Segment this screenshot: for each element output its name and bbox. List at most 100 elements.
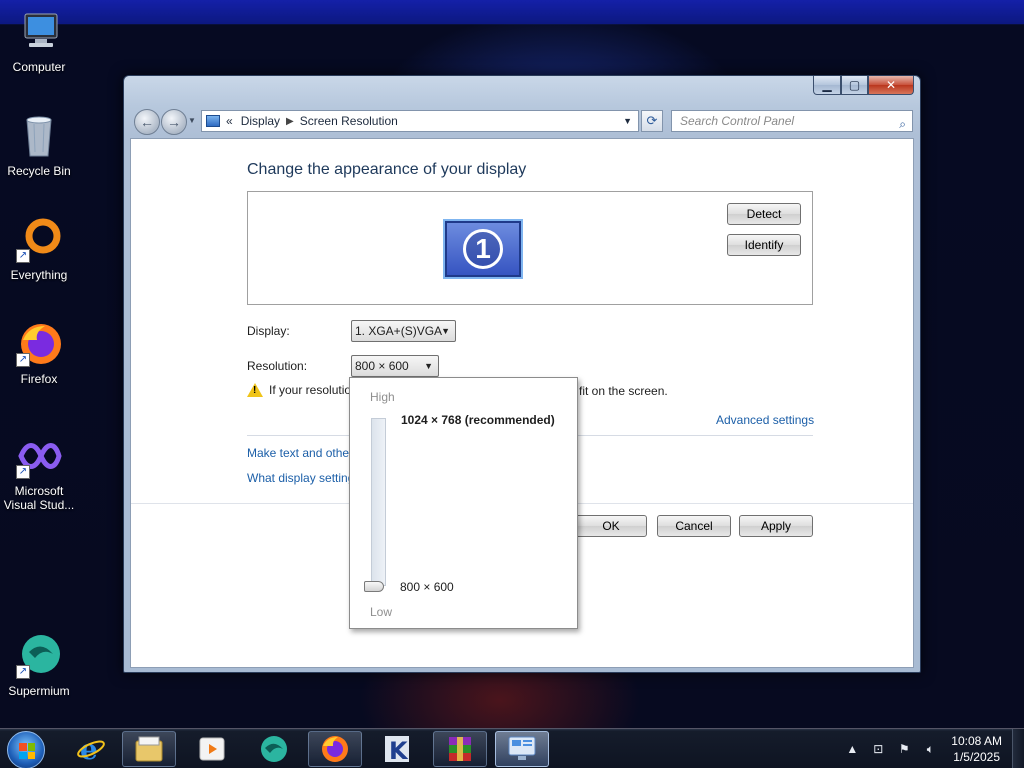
resolution-dropdown: High 1024 × 768 (recommended) 800 × 600 …	[349, 377, 578, 629]
breadcrumb-overflow[interactable]: «	[226, 114, 233, 128]
clock[interactable]: 10:08 AM 1/5/2025	[951, 733, 1002, 765]
minimize-icon: ▁	[822, 78, 832, 92]
windows-logo-icon	[19, 743, 35, 759]
desktop-icon-label: Firefox	[20, 372, 58, 386]
wallpaper-band	[0, 0, 1024, 24]
back-arrow-icon: ←	[140, 114, 154, 130]
resolution-warning: ! If your resolutio	[247, 383, 351, 397]
display-select-value: 1. XGA+(S)VGA	[355, 324, 443, 338]
control-panel-icon	[508, 736, 536, 760]
resolution-slider-track[interactable]	[371, 418, 386, 586]
taskbar-control-panel[interactable]	[495, 731, 549, 767]
visual-studio-icon: ↗	[15, 432, 63, 480]
maximize-button[interactable]: ▢	[841, 76, 868, 95]
apply-button[interactable]: Apply	[739, 515, 813, 537]
forward-button[interactable]: →	[161, 109, 187, 135]
desktop-icon-supermium[interactable]: ↗ Supermium	[0, 632, 78, 698]
back-button[interactable]: ←	[134, 109, 160, 135]
chevron-down-icon: ▼	[424, 361, 433, 371]
taskbar-internet-explorer[interactable]: e	[64, 731, 118, 767]
search-icon[interactable]: ⌕	[899, 114, 906, 134]
ok-button[interactable]: OK	[575, 515, 647, 537]
text-size-link[interactable]: Make text and other	[247, 446, 353, 460]
display-label: Display:	[247, 324, 290, 338]
clock-time: 10:08 AM	[951, 734, 1002, 748]
close-button[interactable]: ✕	[868, 76, 914, 95]
shortcut-arrow-icon: ↗	[16, 665, 30, 679]
breadcrumb-separator-icon[interactable]: ▶	[286, 116, 294, 127]
page-title: Change the appearance of your display	[247, 161, 527, 178]
identify-button[interactable]: Identify	[727, 234, 801, 256]
resolution-select-value: 800 × 600	[355, 359, 409, 373]
address-bar[interactable]: « Display ▶ Screen Resolution ▼	[201, 110, 639, 132]
file-explorer-icon	[135, 736, 163, 762]
display-settings-help-link[interactable]: What display setting	[247, 471, 354, 485]
slider-low-label: Low	[370, 605, 393, 619]
resolution-option-current[interactable]: 800 × 600	[400, 580, 454, 594]
recycle-bin-icon	[15, 112, 63, 160]
resolution-label: Resolution:	[247, 359, 308, 373]
taskbar-supermium[interactable]	[247, 731, 301, 767]
desktop-icon-firefox[interactable]: ↗ Firefox	[0, 320, 78, 386]
show-desktop-button[interactable]	[1012, 729, 1024, 768]
refresh-icon: ⟳	[646, 113, 658, 128]
desktop-icon-label: Supermium	[8, 684, 70, 698]
desktop-icon-recycle-bin[interactable]: Recycle Bin	[0, 112, 78, 178]
warning-text: If your resolutio	[269, 383, 352, 397]
chevron-down-icon: ▼	[441, 326, 450, 336]
internet-explorer-icon: e	[77, 734, 105, 764]
taskbar-k-app[interactable]: K	[370, 731, 424, 767]
resolution-select[interactable]: 800 × 600 ▼	[351, 355, 439, 377]
supermium-icon: ↗	[15, 632, 63, 680]
forward-arrow-icon: →	[167, 114, 181, 130]
desktop-icon-label: Recycle Bin	[7, 164, 71, 178]
control-panel-icon	[206, 115, 220, 127]
cancel-button[interactable]: Cancel	[657, 515, 731, 537]
breadcrumb-screen-resolution[interactable]: Screen Resolution	[300, 114, 398, 128]
winrar-icon	[449, 737, 471, 761]
taskbar-winrar[interactable]	[433, 731, 487, 767]
detect-button[interactable]: Detect	[727, 203, 801, 225]
close-icon: ✕	[885, 78, 897, 92]
clock-date: 1/5/2025	[953, 750, 1000, 764]
desktop-icon-visual-studio[interactable]: ↗ Microsoft Visual Stud...	[0, 432, 78, 512]
shortcut-arrow-icon: ↗	[16, 249, 30, 263]
display-select[interactable]: 1. XGA+(S)VGA ▼	[351, 320, 456, 342]
refresh-button[interactable]: ⟳	[641, 110, 663, 132]
show-hidden-icons-icon[interactable]: ▲	[844, 741, 860, 757]
k-app-icon: K	[385, 736, 409, 764]
supermium-icon	[261, 736, 287, 762]
advanced-settings-link[interactable]: Advanced settings	[716, 413, 814, 427]
start-button[interactable]	[7, 731, 45, 768]
monitor-arrangement-panel: 1 Detect Identify	[247, 191, 813, 305]
taskbar-media-player[interactable]	[185, 731, 239, 767]
everything-icon: ↗	[15, 216, 63, 264]
maximize-icon: ▢	[848, 78, 861, 92]
taskbar: e K ▲ ⊡ ⚑ 🔈︎ 10:08 AM 1/5/2025	[0, 728, 1024, 768]
search-placeholder: Search Control Panel	[680, 114, 795, 128]
recent-pages-dropdown[interactable]: ▼	[188, 116, 196, 125]
warning-text-tail: fit on the screen.	[579, 384, 668, 398]
computer-icon	[15, 8, 63, 56]
desktop-icon-everything[interactable]: ↗ Everything	[0, 216, 78, 282]
resolution-option-recommended[interactable]: 1024 × 768 (recommended)	[401, 413, 555, 427]
search-input[interactable]: Search Control Panel ⌕	[671, 110, 913, 132]
address-dropdown-icon[interactable]: ▼	[623, 116, 632, 126]
warning-icon: !	[247, 383, 263, 397]
monitor-1-tile[interactable]: 1	[443, 219, 523, 279]
system-tray: ▲ ⊡ ⚑ 🔈︎ 10:08 AM 1/5/2025	[839, 729, 1024, 768]
slider-high-label: High	[370, 390, 395, 404]
volume-muted-icon[interactable]: 🔈︎	[922, 741, 938, 757]
minimize-button[interactable]: ▁	[813, 76, 841, 95]
resolution-slider-thumb[interactable]	[364, 581, 384, 592]
taskbar-firefox[interactable]	[308, 731, 362, 767]
desktop-icon-label: Microsoft Visual Stud...	[3, 484, 75, 512]
firefox-icon	[322, 736, 348, 762]
desktop-icon-label: Everything	[10, 268, 68, 282]
network-icon[interactable]: ⊡	[870, 741, 886, 757]
taskbar-file-explorer[interactable]	[122, 731, 176, 767]
action-center-flag-icon[interactable]: ⚑	[896, 741, 912, 757]
breadcrumb-display[interactable]: Display	[241, 114, 280, 128]
desktop-icon-computer[interactable]: Computer	[0, 8, 78, 74]
desktop-icon-label: Computer	[12, 60, 66, 74]
